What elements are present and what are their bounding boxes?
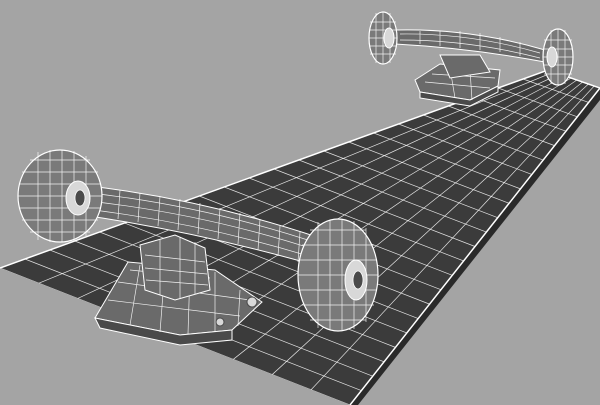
rear-right-wheel [542,28,574,86]
front-left-wheel [17,149,103,243]
front-right-wheel [297,218,379,332]
skateboard-wireframe-render [0,0,600,405]
rear-left-wheel [368,11,398,65]
render-viewport [0,0,600,405]
